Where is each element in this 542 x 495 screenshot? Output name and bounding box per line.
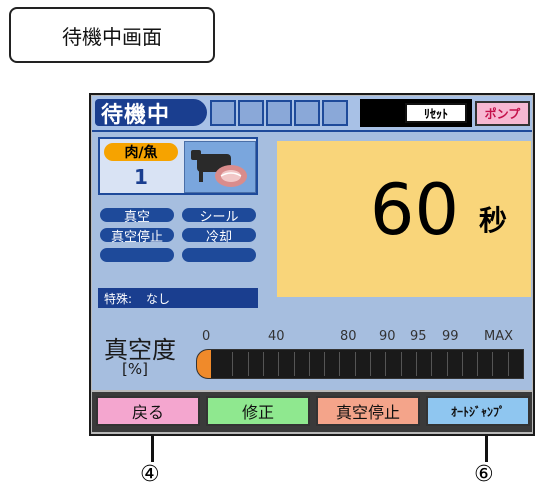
screen-caption: 待機中画面 [9,7,215,63]
status-slot [238,100,264,126]
callout-line [151,436,154,462]
gauge-segment [293,352,295,376]
main-panel: 肉/魚 1 真空 シール 真空停止 冷却 特殊: なし 60 秒 真空度 [%]… [92,132,532,390]
mode-number: 1 [134,165,148,189]
gauge-segment [492,352,494,376]
timer-value: 60 [369,169,459,251]
vacuum-stop-button[interactable]: 真空停止 [316,396,420,426]
status-slot [210,100,236,126]
gauge-segment [247,352,249,376]
vacuum-tick: 90 [379,329,396,344]
edit-button[interactable]: 修正 [206,396,310,426]
pump-button[interactable]: ポンプ [475,101,530,126]
gauge-segment [415,352,417,376]
status-slot [322,100,348,126]
device-screen: 待機中 ﾘｾｯﾄ ポンプ 肉/魚 1 真空 シール 真空停止 冷却 特殊: なし… [89,93,535,436]
gauge-segment [446,352,448,376]
special-value: なし [146,291,171,306]
special-label: 特殊: [104,291,133,306]
reset-button[interactable]: ﾘｾｯﾄ [405,103,467,123]
gauge-segment [400,352,402,376]
timer-unit: 秒 [478,204,507,237]
vacuum-tick: 95 [410,329,427,344]
vacuum-gauge [196,349,524,379]
callout-number: ⑥ [474,462,494,487]
back-button[interactable]: 戻る [96,396,200,426]
gauge-segment [339,352,341,376]
option-vacuum[interactable]: 真空 [98,206,176,225]
state-label: 待機中 [95,99,207,128]
status-slot [266,100,292,126]
gauge-segment [431,352,433,376]
option-empty[interactable] [98,246,176,264]
vacuum-gauge-fill [197,350,211,378]
callout-number: ④ [140,462,160,487]
vacuum-tick: 0 [202,329,211,344]
gauge-segment [324,352,326,376]
gauge-segment [278,352,280,376]
gauge-segment [507,352,509,376]
callout-line [485,436,488,462]
timer-panel: 60 秒 [277,141,531,297]
status-bar: 待機中 ﾘｾｯﾄ ポンプ [92,96,532,132]
mode-card[interactable]: 肉/魚 1 [98,137,258,195]
mode-category: 肉/魚 [104,143,178,161]
gauge-segment [232,352,234,376]
option-vacuum-stop[interactable]: 真空停止 [98,226,176,245]
button-row: 戻る 修正 真空停止 ｵｰﾄｼﾞｬﾝﾌﾟ [92,392,532,432]
gauge-segment [262,352,264,376]
special-row: 特殊: なし [98,288,258,308]
auto-jump-button[interactable]: ｵｰﾄｼﾞｬﾝﾌﾟ [426,396,530,426]
gauge-segment [461,352,463,376]
gauge-segment [308,352,310,376]
option-cooling[interactable]: 冷却 [180,226,258,245]
cow-meat-icon [184,141,256,193]
vacuum-tick: 99 [442,329,459,344]
option-seal[interactable]: シール [180,206,258,225]
vacuum-tick: MAX [484,329,514,344]
vacuum-tick: 40 [268,329,285,344]
gauge-segment [370,352,371,376]
option-empty[interactable] [180,246,258,264]
gauge-segment [385,352,387,376]
vacuum-tick: 80 [340,329,357,344]
gauge-segment [354,352,356,376]
status-slot [294,100,320,126]
vacuum-unit: [%] [122,360,148,378]
gauge-segment [477,352,479,376]
